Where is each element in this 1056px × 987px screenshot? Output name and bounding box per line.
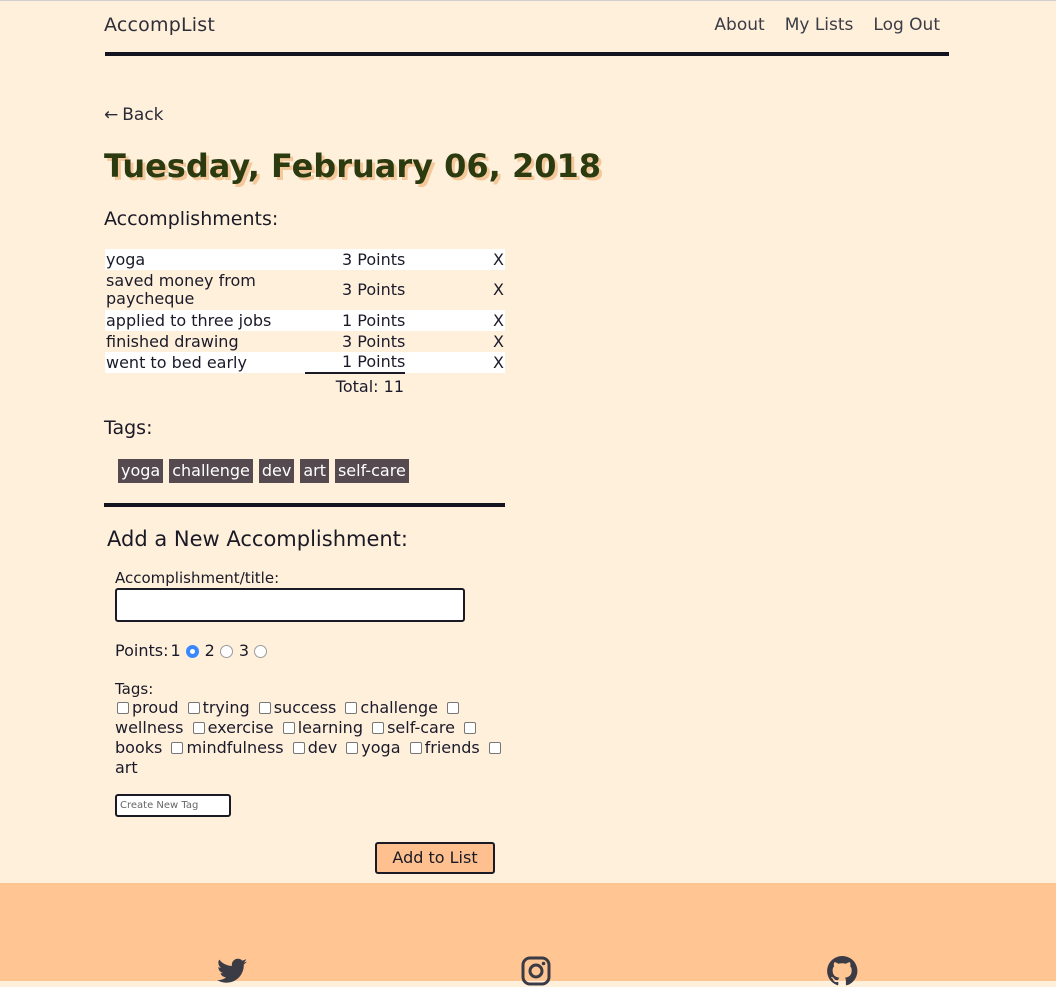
tag-list: yoga challenge dev art self-care — [118, 459, 409, 483]
nav-my-lists[interactable]: My Lists — [785, 15, 854, 35]
tag-option-label: trying — [202, 698, 250, 717]
twitter-icon[interactable] — [216, 955, 248, 987]
new-tag-placeholder: Create New Tag — [120, 800, 199, 811]
site-header: AccompList About My Lists Log Out — [104, 14, 949, 40]
tag-option-label: wellness — [115, 718, 184, 737]
delete-button[interactable]: X — [405, 331, 505, 352]
page-title: Tuesday, February 06, 2018 — [104, 147, 602, 185]
tag-option-label: friends — [424, 738, 480, 757]
tag-checkbox-self-care[interactable] — [372, 721, 385, 734]
delete-button[interactable]: X — [405, 352, 505, 373]
points-option-label: 2 — [204, 641, 215, 660]
accomplishment-points: 3 Points — [342, 280, 406, 299]
points-total: Total: 11 — [335, 377, 404, 396]
accomplishment-name: applied to three jobs — [106, 310, 272, 330]
tag-checkbox-wellness[interactable] — [447, 701, 460, 714]
accomplishment-name: saved money from paycheque — [106, 271, 256, 308]
tag-option-label: proud — [132, 698, 179, 717]
accomplishment-points: 1 Points — [304, 352, 406, 374]
delete-button[interactable]: X — [405, 270, 505, 310]
github-icon[interactable] — [826, 955, 858, 987]
brand-logo[interactable]: AccompList — [104, 14, 215, 36]
tag-badge[interactable]: self-care — [334, 459, 409, 483]
accomplishment-name: finished drawing — [106, 331, 239, 351]
points-radio-3[interactable] — [254, 645, 268, 658]
tag-option-label: learning — [297, 718, 363, 737]
tag-checkbox-art[interactable] — [488, 741, 501, 754]
tag-checkbox-proud[interactable] — [117, 701, 129, 714]
tag-checkbox-success[interactable] — [258, 701, 271, 714]
points-selector: Points: 1 2 3 — [115, 641, 271, 660]
add-to-list-button[interactable]: Add to List — [375, 842, 495, 874]
accomplishment-points: 1 Points — [342, 310, 406, 330]
section-divider — [104, 503, 505, 507]
points-option-label: 1 — [170, 641, 181, 660]
accomplishments-table: yoga 3 Points X saved money from paycheq… — [105, 249, 505, 374]
tag-badge[interactable]: challenge — [169, 459, 253, 483]
back-label: Back — [122, 105, 164, 125]
tag-option-label: success — [273, 698, 337, 717]
form-heading: Add a New Accomplishment: — [107, 527, 408, 551]
tag-option-label: exercise — [207, 718, 274, 737]
title-label: Accomplishment/title: — [115, 569, 280, 587]
tag-option-label: books — [115, 738, 163, 757]
tags-label: Tags: — [115, 680, 154, 698]
tag-checkbox-trying[interactable] — [187, 701, 200, 714]
accomplishment-title-input[interactable] — [115, 588, 465, 622]
accomplishment-points: 3 Points — [342, 249, 406, 269]
arrow-left-icon: ← — [104, 105, 119, 125]
accomplishments-heading: Accomplishments: — [104, 208, 279, 230]
nav-about[interactable]: About — [714, 15, 764, 35]
site-footer — [0, 883, 1056, 986]
new-tag-input[interactable]: Create New Tag — [115, 794, 231, 817]
tag-checkbox-learning[interactable] — [282, 721, 295, 734]
tag-option-label: yoga — [361, 738, 401, 757]
delete-button[interactable]: X — [405, 249, 505, 270]
accomplishment-name: went to bed early — [106, 352, 247, 372]
accomplishment-points: 3 Points — [342, 331, 406, 351]
nav-log-out[interactable]: Log Out — [873, 15, 940, 35]
tag-checkbox-challenge[interactable] — [345, 701, 358, 714]
tag-option-label: mindfulness — [186, 738, 284, 757]
delete-button[interactable]: X — [405, 310, 505, 331]
table-row: applied to three jobs 1 Points X — [105, 310, 505, 331]
tag-checkbox-group: proud trying success challenge wellness … — [115, 698, 505, 778]
points-radio-2[interactable] — [219, 645, 233, 658]
points-label: Points: — [115, 641, 169, 660]
tag-option-label: art — [115, 758, 138, 777]
top-nav: About My Lists Log Out — [714, 15, 940, 35]
tag-option-label: self-care — [387, 718, 455, 737]
tag-checkbox-exercise[interactable] — [192, 721, 205, 734]
tag-checkbox-friends[interactable] — [409, 741, 422, 754]
tag-badge[interactable]: dev — [258, 459, 295, 483]
points-option-label: 3 — [238, 641, 250, 660]
table-row: saved money from paycheque 3 Points X — [105, 270, 505, 310]
table-row: yoga 3 Points X — [105, 249, 505, 270]
window-top-border — [0, 0, 1056, 1]
points-radio-1[interactable] — [185, 645, 199, 658]
tag-checkbox-books[interactable] — [464, 721, 476, 734]
tags-heading: Tags: — [104, 417, 153, 439]
tag-checkbox-yoga[interactable] — [346, 741, 359, 754]
table-row: went to bed early 1 Points X — [105, 352, 505, 374]
tag-checkbox-dev[interactable] — [292, 741, 305, 754]
tag-option-label: challenge — [360, 698, 439, 717]
instagram-icon[interactable] — [520, 955, 552, 987]
table-row: finished drawing 3 Points X — [105, 331, 505, 352]
tag-badge[interactable]: art — [300, 459, 329, 483]
back-link[interactable]: ← Back — [104, 105, 164, 125]
header-divider — [105, 52, 949, 56]
tag-option-label: dev — [307, 738, 338, 757]
accomplishment-name: yoga — [106, 249, 146, 269]
tag-badge[interactable]: yoga — [118, 459, 164, 483]
tag-checkbox-mindfulness[interactable] — [171, 741, 184, 754]
